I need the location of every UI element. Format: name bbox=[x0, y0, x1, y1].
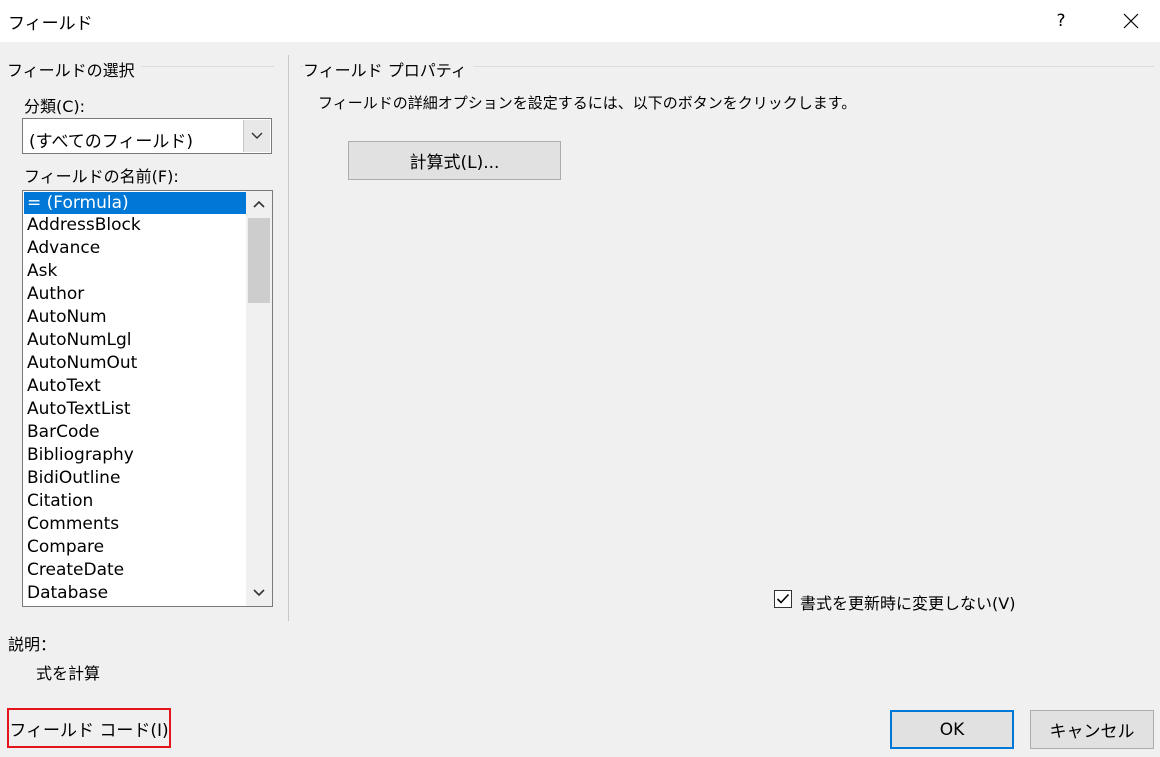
field-names-items: = (Formula) AddressBlock Advance Ask Aut… bbox=[23, 191, 247, 605]
chevron-up-icon bbox=[253, 200, 265, 208]
window-title: フィールド bbox=[8, 14, 93, 34]
field-properties-instruction: フィールドの詳細オプションを設定するには、以下のボタンをクリックします。 bbox=[318, 94, 857, 112]
category-label: 分類(C): bbox=[24, 97, 86, 116]
list-item[interactable]: AutoText bbox=[23, 375, 247, 398]
list-item[interactable]: Ask bbox=[23, 260, 247, 283]
list-item-formula[interactable]: = (Formula) bbox=[24, 192, 246, 214]
field-names-scrollbar[interactable] bbox=[246, 191, 272, 606]
category-dropdown-arrow[interactable] bbox=[243, 120, 270, 152]
group-separator bbox=[288, 55, 289, 621]
list-item[interactable]: AutoNumLgl bbox=[23, 329, 247, 352]
description-text: 式を計算 bbox=[36, 664, 101, 683]
list-item[interactable]: Compare bbox=[23, 536, 247, 559]
formula-button[interactable]: 計算式(L)... bbox=[348, 141, 561, 180]
help-icon: ? bbox=[1056, 11, 1066, 31]
preserve-format-label[interactable]: 書式を更新時に変更しない(V) bbox=[800, 590, 1015, 614]
chevron-down-icon bbox=[253, 589, 265, 597]
help-button[interactable]: ? bbox=[1044, 4, 1078, 38]
ok-button[interactable]: OK bbox=[890, 710, 1014, 749]
list-item[interactable]: CreateDate bbox=[23, 559, 247, 582]
list-item[interactable]: AddressBlock bbox=[23, 214, 247, 237]
field-names-label: フィールドの名前(F): bbox=[24, 167, 179, 186]
scroll-down-button[interactable] bbox=[246, 580, 272, 606]
list-item[interactable]: AutoTextList bbox=[23, 398, 247, 421]
field-codes-button[interactable]: フィールド コード(I) bbox=[7, 708, 171, 748]
field-dialog: フィールド ? フィールドの選択 分類(C): (すべてのフィールド) フィール… bbox=[0, 0, 1160, 757]
list-item[interactable]: BarCode bbox=[23, 421, 247, 444]
list-item[interactable]: Author bbox=[23, 283, 247, 306]
field-names-list[interactable]: = (Formula) AddressBlock Advance Ask Aut… bbox=[22, 190, 273, 607]
chevron-down-icon bbox=[251, 132, 263, 139]
cancel-button[interactable]: キャンセル bbox=[1030, 710, 1154, 749]
list-item[interactable]: Citation bbox=[23, 490, 247, 513]
list-item[interactable]: Advance bbox=[23, 237, 247, 260]
close-button[interactable] bbox=[1114, 4, 1148, 38]
category-value: (すべてのフィールド) bbox=[29, 132, 194, 152]
title-bar: フィールド ? bbox=[0, 0, 1160, 42]
list-item[interactable]: Comments bbox=[23, 513, 247, 536]
scroll-thumb[interactable] bbox=[248, 218, 270, 303]
category-dropdown[interactable]: (すべてのフィールド) bbox=[22, 118, 272, 154]
list-item[interactable]: Bibliography bbox=[23, 444, 247, 467]
checkmark-icon bbox=[776, 593, 790, 604]
description-label: 説明： bbox=[8, 635, 57, 654]
scroll-up-button[interactable] bbox=[246, 191, 272, 217]
field-selection-group-title: フィールドの選択 bbox=[7, 57, 141, 81]
list-item[interactable]: Database bbox=[23, 582, 247, 605]
list-item[interactable]: AutoNum bbox=[23, 306, 247, 329]
list-item[interactable]: BidiOutline bbox=[23, 467, 247, 490]
close-icon bbox=[1123, 13, 1139, 29]
list-item[interactable]: AutoNumOut bbox=[23, 352, 247, 375]
field-properties-group-title: フィールド プロパティ bbox=[303, 57, 473, 81]
preserve-format-checkbox[interactable] bbox=[774, 590, 792, 608]
